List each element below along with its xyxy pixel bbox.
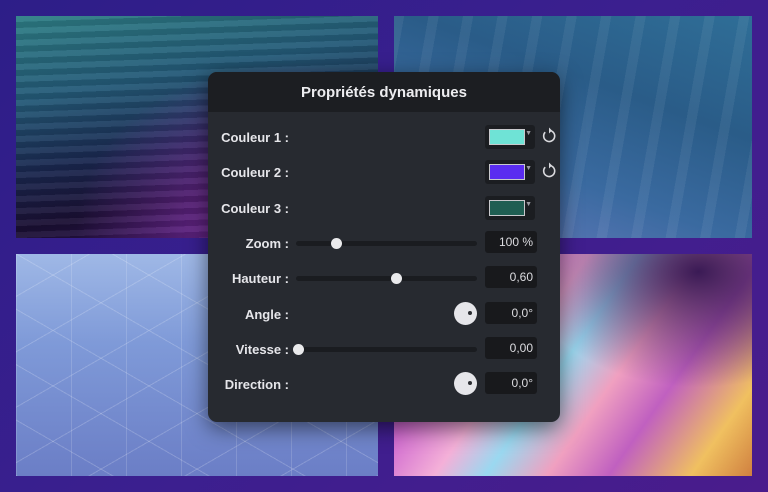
speed-slider-handle[interactable]	[292, 344, 304, 355]
direction-value-field[interactable]: 0,0°	[485, 372, 537, 394]
reset-color-1-icon[interactable]	[541, 127, 557, 145]
dropdown-caret-icon: ▼	[525, 165, 532, 172]
color-1-picker[interactable]: ▼	[485, 125, 535, 149]
color-row-1: Couleur 1 : ▼	[208, 125, 560, 151]
color-row-3: Couleur 3 : ▼	[208, 196, 560, 222]
direction-dial-indicator	[468, 381, 472, 385]
dropdown-caret-icon: ▼	[525, 130, 532, 137]
speed-label: Vitesse :	[235, 342, 289, 357]
angle-value-field[interactable]: 0,0°	[485, 302, 537, 324]
color-2-swatch	[489, 164, 525, 180]
color-1-label: Couleur 1 :	[221, 130, 289, 145]
panel-title: Propriétés dynamiques	[301, 83, 467, 101]
zoom-value-field[interactable]: 100 %	[485, 231, 537, 253]
color-3-picker[interactable]: ▼	[485, 196, 535, 220]
angle-dial-icon[interactable]	[454, 302, 477, 325]
direction-dial-icon[interactable]	[454, 372, 477, 395]
color-3-swatch	[489, 200, 525, 216]
height-slider-track[interactable]	[296, 273, 477, 284]
angle-dial-indicator	[468, 311, 472, 315]
speed-value-field[interactable]: 0,00	[485, 337, 537, 359]
panel-header: Propriétés dynamiques	[208, 72, 560, 112]
zoom-row: Zoom : 100 %	[208, 231, 560, 257]
color-2-picker[interactable]: ▼	[485, 160, 535, 184]
speed-slider-track[interactable]	[292, 344, 477, 355]
height-slider-handle[interactable]	[390, 273, 402, 284]
reset-color-2-icon[interactable]	[541, 162, 557, 180]
direction-label: Direction :	[224, 377, 289, 392]
zoom-slider-track[interactable]	[296, 238, 477, 249]
zoom-label: Zoom :	[245, 236, 289, 251]
dynamic-properties-panel: Propriétés dynamiques Couleur 1 : ▼ Coul…	[208, 72, 560, 422]
height-row: Hauteur : 0,60	[208, 266, 560, 292]
height-label: Hauteur :	[231, 271, 289, 286]
dropdown-caret-icon: ▼	[525, 201, 532, 208]
angle-row: Angle : 0,0°	[208, 302, 560, 328]
direction-row: Direction : 0,0°	[208, 372, 560, 398]
color-1-swatch	[489, 129, 525, 145]
color-2-label: Couleur 2 :	[221, 165, 289, 180]
color-3-label: Couleur 3 :	[221, 201, 289, 216]
zoom-slider-handle[interactable]	[330, 238, 342, 249]
height-value-field[interactable]: 0,60	[485, 266, 537, 288]
color-row-2: Couleur 2 : ▼	[208, 160, 560, 186]
speed-row: Vitesse : 0,00	[208, 337, 560, 363]
angle-label: Angle :	[244, 307, 289, 322]
